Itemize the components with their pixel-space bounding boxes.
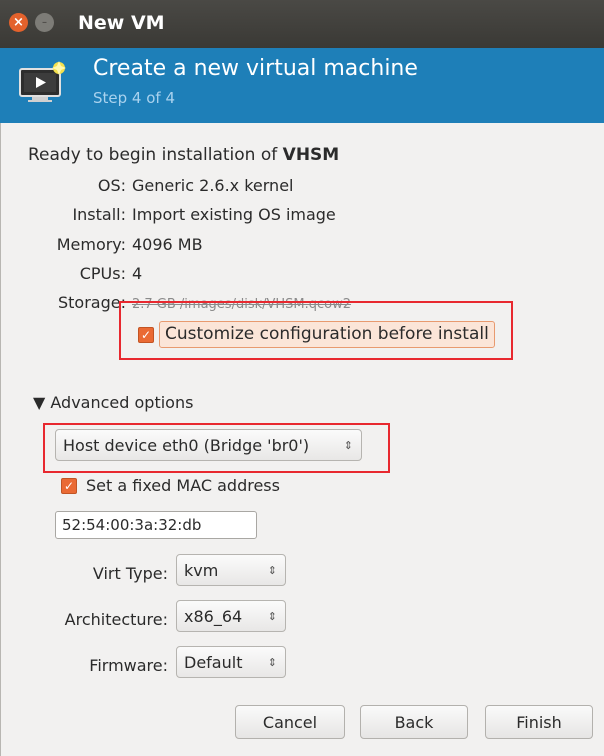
fixed-mac-label[interactable]: Set a fixed MAC address [86,476,280,495]
architecture-label: Architecture: [64,610,168,629]
firmware-value: Default [184,653,243,672]
architecture-select[interactable]: x86_64 ⇕ [176,600,286,632]
network-select[interactable]: Host device eth0 (Bridge 'br0') ⇕ [55,429,362,461]
ready-prefix: Ready to begin installation of [28,145,283,165]
memory-value: 4096 MB [132,235,203,254]
wizard-step: Step 4 of 4 [93,89,176,107]
firmware-label: Firmware: [89,656,168,675]
advanced-options-expander[interactable]: ▼ Advanced options [33,393,193,412]
customize-checkbox[interactable]: ✓ [138,327,154,343]
finish-button[interactable]: Finish [485,705,593,739]
updown-arrows-icon: ⇕ [267,564,277,577]
window-title: New VM [78,12,165,34]
ready-heading: Ready to begin installation of VHSM [28,145,339,165]
storage-label: Storage: [58,293,126,312]
minimize-window-button[interactable]: – [35,13,54,32]
close-window-button[interactable]: × [9,13,28,32]
mac-address-input[interactable] [55,511,257,539]
virt-type-select[interactable]: kvm ⇕ [176,554,286,586]
memory-label: Memory: [56,235,126,254]
wizard-header: Create a new virtual machine Step 4 of 4 [0,48,604,123]
virt-type-value: kvm [184,561,219,580]
network-select-value: Host device eth0 (Bridge 'br0') [63,436,310,455]
fixed-mac-checkbox[interactable]: ✓ [61,478,77,494]
os-value: Generic 2.6.x kernel [132,176,294,195]
cpus-label: CPUs: [79,264,126,283]
customize-label[interactable]: Customize configuration before install [159,321,495,348]
title-bar: × – New VM [0,0,604,48]
close-icon: × [13,15,24,30]
updown-arrows-icon: ⇕ [267,610,277,623]
cancel-button[interactable]: Cancel [235,705,345,739]
updown-arrows-icon: ⇕ [267,656,277,669]
minimize-icon: – [42,17,47,28]
os-label: OS: [97,176,126,195]
virt-type-label: Virt Type: [92,564,168,583]
vm-name: VHSM [282,145,340,165]
install-value: Import existing OS image [132,205,336,224]
back-button[interactable]: Back [360,705,468,739]
wizard-title: Create a new virtual machine [93,56,418,81]
firmware-select[interactable]: Default ⇕ [176,646,286,678]
install-label: Install: [72,205,126,224]
updown-arrows-icon: ⇕ [343,439,353,452]
virtual-machine-monitor-icon [19,61,66,102]
cpus-value: 4 [132,264,143,283]
architecture-value: x86_64 [184,607,243,626]
